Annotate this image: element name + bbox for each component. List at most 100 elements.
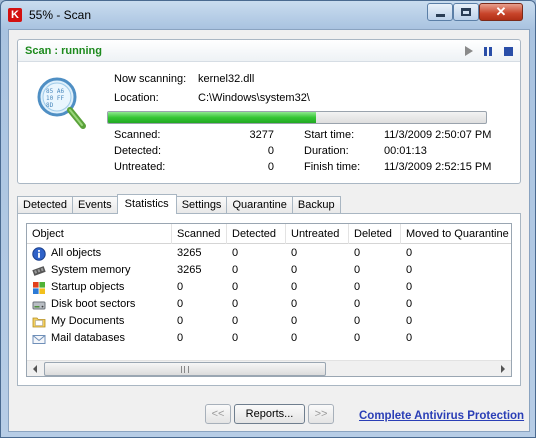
tab-backup[interactable]: Backup <box>291 196 341 214</box>
minimize-button[interactable] <box>427 3 453 21</box>
scanned-value: 3277 <box>249 129 274 141</box>
status-header: Scan : running <box>18 40 520 62</box>
info-icon <box>32 246 46 261</box>
table-row[interactable]: System memory 3265 0 0 0 0 <box>27 262 511 279</box>
play-icon <box>465 46 473 56</box>
table-row[interactable]: Disk boot sectors 0 0 0 0 0 <box>27 296 511 313</box>
detected-cell: 0 <box>232 264 239 276</box>
object-cell: Mail databases <box>27 330 172 347</box>
tab-statistics[interactable]: Statistics <box>116 194 177 214</box>
maximize-icon <box>461 8 471 16</box>
previous-button[interactable]: << <box>205 404 231 424</box>
duration-label: Duration: <box>304 145 349 157</box>
tab-detected[interactable]: Detected <box>17 196 74 214</box>
untreated-value: 0 <box>267 161 274 173</box>
moved-cell: 0 <box>406 281 413 293</box>
table-row[interactable]: All objects 3265 0 0 0 0 <box>27 245 511 262</box>
detected-cell: 0 <box>232 281 239 293</box>
scanned-cell: 0 <box>177 315 184 327</box>
tab-events[interactable]: Events <box>72 196 118 214</box>
duration-value: 00:01:13 <box>384 145 427 157</box>
chevron-right-icon <box>501 365 505 373</box>
scanned-cell: 0 <box>177 298 184 310</box>
scan-progress-bar <box>107 111 487 124</box>
column-header-deleted[interactable]: Deleted <box>349 224 401 244</box>
untreated-label: Untreated: <box>114 161 166 173</box>
table-row[interactable]: Mail databases 0 0 0 0 0 <box>27 330 511 347</box>
tab-settings[interactable]: Settings <box>175 196 228 214</box>
moved-cell: 0 <box>406 332 413 344</box>
column-header-untreated[interactable]: Untreated <box>286 224 349 244</box>
scrollbar-thumb[interactable] <box>44 362 326 376</box>
moved-cell: 0 <box>406 247 413 259</box>
now-scanning-label: Now scanning: <box>114 73 187 85</box>
scanned-cell: 0 <box>177 281 184 293</box>
scroll-left-button[interactable] <box>27 361 43 376</box>
deleted-cell: 0 <box>354 315 361 327</box>
untreated-cell: 0 <box>291 298 298 310</box>
table-header: Object Scanned Detected Untreated Delete… <box>27 224 511 244</box>
title-bar[interactable]: K 55% - Scan ✕ <box>1 1 535 29</box>
stop-icon <box>503 46 513 56</box>
next-button[interactable]: >> <box>308 404 334 424</box>
client-area: Scan : running 85 A6 10 FF 8D Now scanni… <box>8 29 530 432</box>
detected-cell: 0 <box>232 247 239 259</box>
windows-logo-icon <box>33 281 45 294</box>
deleted-cell: 0 <box>354 247 361 259</box>
untreated-cell: 0 <box>291 281 298 293</box>
object-cell: My Documents <box>27 313 172 330</box>
scanned-cell: 3265 <box>177 264 202 276</box>
scanned-cell: 0 <box>177 332 184 344</box>
scan-status-title: Scan : running <box>25 45 102 57</box>
scanned-cell: 3265 <box>177 247 202 259</box>
scan-status-panel: Scan : running 85 A6 10 FF 8D Now scanni… <box>17 39 521 184</box>
table-row[interactable]: My Documents 0 0 0 0 0 <box>27 313 511 330</box>
start-time-label: Start time: <box>304 129 355 141</box>
statistics-table[interactable]: Object Scanned Detected Untreated Delete… <box>26 223 512 377</box>
column-header-detected[interactable]: Detected <box>227 224 286 244</box>
pause-icon <box>484 46 492 56</box>
close-button[interactable]: ✕ <box>479 3 523 21</box>
object-cell: Startup objects <box>27 279 172 296</box>
detected-label: Detected: <box>114 145 162 157</box>
scan-window: K 55% - Scan ✕ Scan : running 85 A6 10 F… <box>0 0 536 438</box>
magnifier-scan-icon: 85 A6 10 FF 8D <box>37 77 86 129</box>
column-header-scanned[interactable]: Scanned <box>172 224 227 244</box>
object-name: My Documents <box>51 315 125 327</box>
moved-cell: 0 <box>406 315 413 327</box>
reports-button[interactable]: Reports... <box>234 404 305 424</box>
location-label: Location: <box>114 92 159 104</box>
pause-button[interactable] <box>482 45 494 57</box>
object-name: All objects <box>51 247 102 259</box>
minimize-icon <box>435 13 445 17</box>
column-header-moved-to-quarantine[interactable]: Moved to Quarantine <box>401 224 511 244</box>
disk-icon <box>32 301 46 309</box>
statistics-tab-page: Object Scanned Detected Untreated Delete… <box>17 213 521 386</box>
deleted-cell: 0 <box>354 298 361 310</box>
column-header-object[interactable]: Object <box>27 224 172 244</box>
deleted-cell: 0 <box>354 281 361 293</box>
location-value: C:\Windows\system32\ <box>198 92 310 104</box>
detected-value: 0 <box>267 145 274 157</box>
table-row[interactable]: Startup objects 0 0 0 0 0 <box>27 279 511 296</box>
object-name: Mail databases <box>51 332 125 344</box>
close-icon: ✕ <box>495 4 507 19</box>
object-name: Disk boot sectors <box>51 298 136 310</box>
scanned-label: Scanned: <box>114 129 161 141</box>
stop-button[interactable] <box>502 45 514 57</box>
complete-antivirus-protection-link[interactable]: Complete Antivirus Protection <box>359 410 524 422</box>
grip-icon <box>181 365 189 373</box>
moved-cell: 0 <box>406 298 413 310</box>
detected-cell: 0 <box>232 298 239 310</box>
horizontal-scrollbar[interactable] <box>27 360 511 376</box>
tab-quarantine[interactable]: Quarantine <box>226 196 293 214</box>
finish-time-label: Finish time: <box>304 161 361 173</box>
untreated-cell: 0 <box>291 247 298 259</box>
start-time-value: 11/3/2009 2:50:07 PM <box>384 129 492 141</box>
mail-icon <box>32 334 46 344</box>
scroll-right-button[interactable] <box>495 361 511 376</box>
maximize-button[interactable] <box>453 3 479 21</box>
resume-button[interactable] <box>463 45 475 57</box>
object-cell: System memory <box>27 262 172 279</box>
svg-text:85 A6: 85 A6 <box>46 88 64 95</box>
